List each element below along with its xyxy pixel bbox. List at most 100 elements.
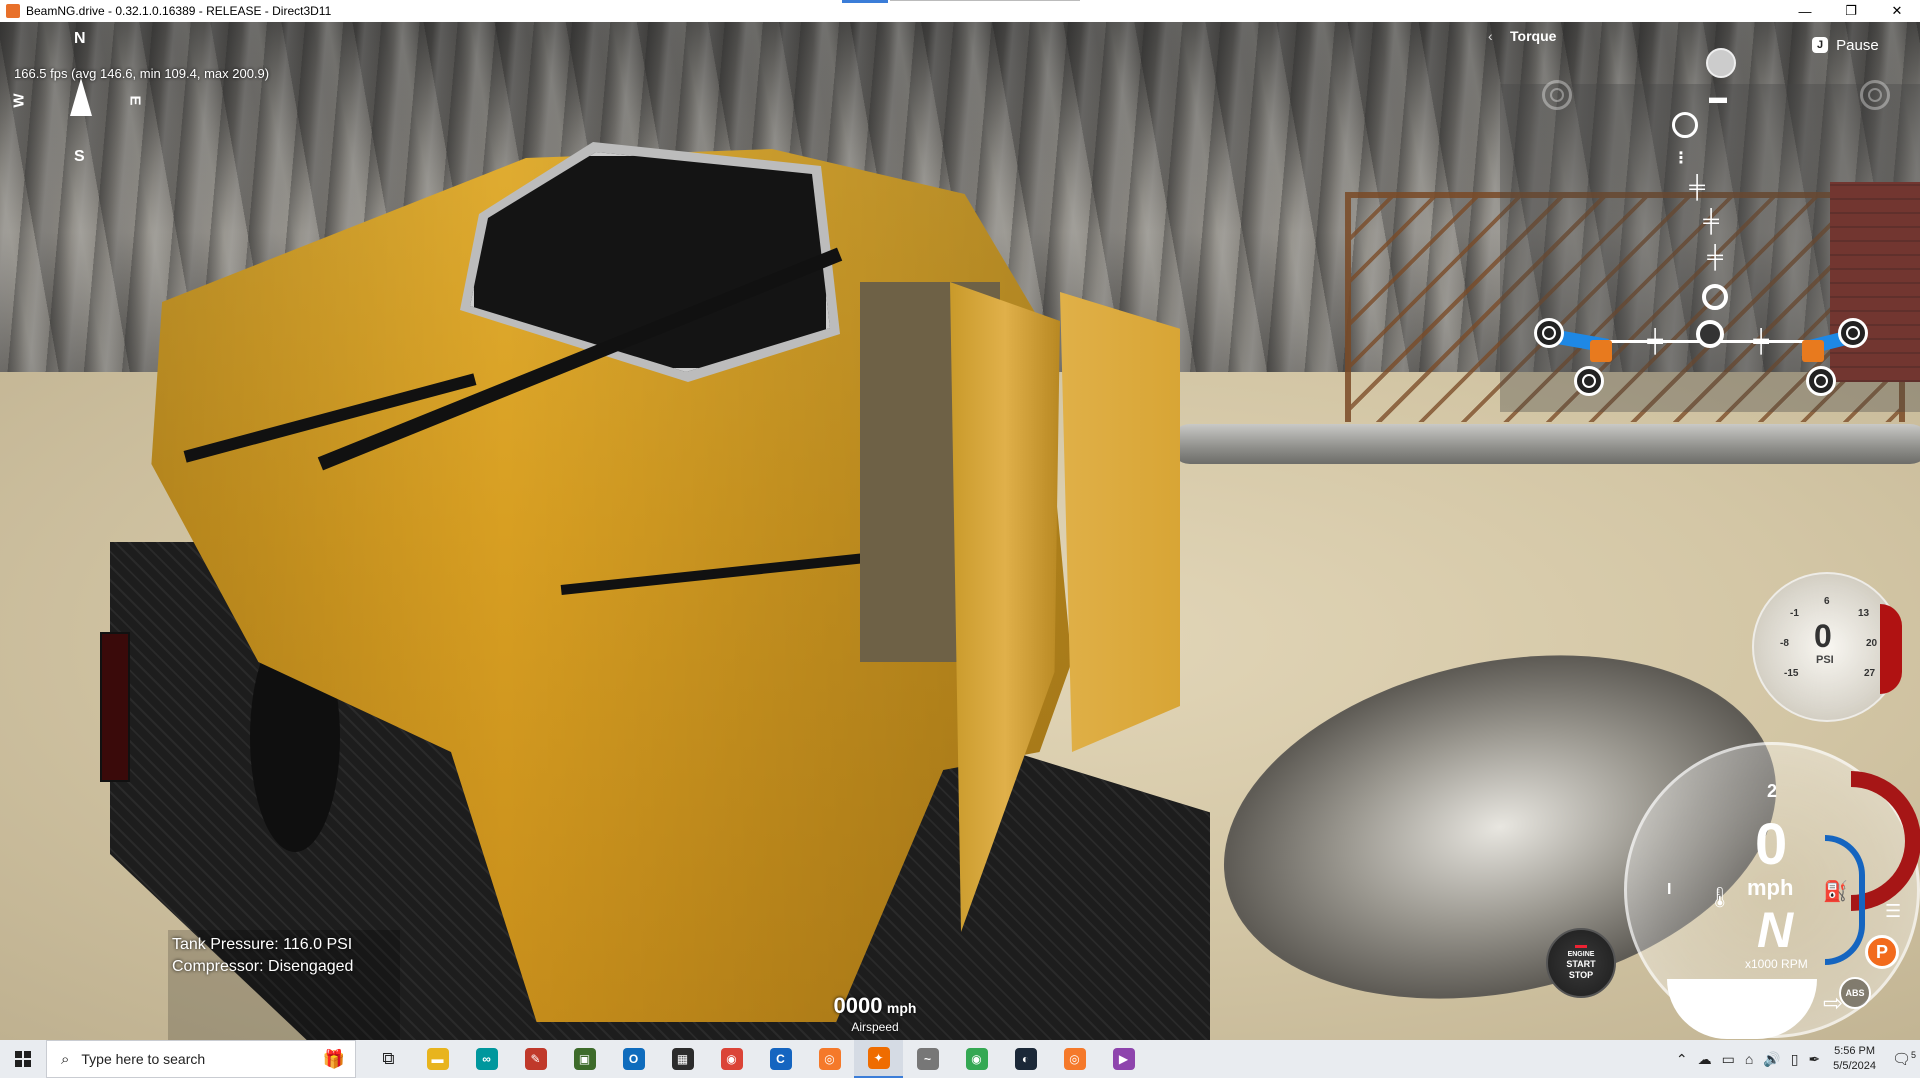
cloud-icon[interactable]: ☁ xyxy=(1698,1051,1712,1068)
pressure-tick: -15 xyxy=(1784,668,1799,679)
network-icon[interactable]: ⌂ xyxy=(1745,1051,1753,1067)
airspeed-readout: 0000 mph Airspeed xyxy=(820,993,930,1034)
taskbar-app-blender-2[interactable]: ◎ xyxy=(1050,1040,1099,1078)
app-scribble-icon: ~ xyxy=(916,1048,939,1070)
compass-needle-icon xyxy=(70,78,92,116)
blender-2-icon: ◎ xyxy=(1063,1048,1086,1070)
pressure-tick: -8 xyxy=(1780,638,1789,649)
pressure-tick: 20 xyxy=(1866,638,1878,649)
temperature-icon: 🌡 xyxy=(1707,887,1733,909)
left-signal-icon[interactable]: ⇦ xyxy=(1785,999,1805,1028)
notification-center-button[interactable]: 🗨5 xyxy=(1888,1050,1920,1068)
shaft-icon: ╪ xyxy=(1689,174,1705,199)
pressure-tick: 27 xyxy=(1864,668,1876,679)
pressure-gauge: -1 6 13 -8 20 -15 27 0 PSI xyxy=(1752,572,1902,722)
taskbar-app-app-c[interactable]: C xyxy=(756,1040,805,1078)
taskbar-search[interactable]: ⌕ Type here to search 🎁 xyxy=(46,1040,356,1078)
pause-label: Pause xyxy=(1836,36,1879,54)
app-pen-icon: ✎ xyxy=(524,1048,547,1070)
taskbar-app-app-scribble[interactable]: ~ xyxy=(903,1040,952,1078)
taskbar-app-visual-studio[interactable]: ▶ xyxy=(1099,1040,1148,1078)
airspeed-label: Airspeed xyxy=(851,1020,899,1034)
pause-button[interactable]: J Pause xyxy=(1812,30,1912,60)
search-highlight-icon: 🎁 xyxy=(322,1048,345,1069)
compass-south: S xyxy=(74,148,85,165)
taskbar-app-steam[interactable]: ◐ xyxy=(1001,1040,1050,1078)
taskbar-app-task-view[interactable]: ⧉ xyxy=(364,1040,413,1078)
pressure-gauge-red-zone xyxy=(1880,604,1902,694)
chrome-profile-icon: ◉ xyxy=(965,1048,988,1070)
system-tray: ⌃ ☁ ▭ ⌂ 🔊 ▯ ✒ 5:56 PM 5/5/2024 🗨5 xyxy=(1671,1040,1920,1078)
torque-panel: ‹ Torque ▬ ⋮ ╪ ╪ ╪ ╪ ╪ xyxy=(1488,22,1920,412)
chrome-icon: ◉ xyxy=(720,1048,743,1070)
gearbox-icon: ⋮ xyxy=(1673,150,1689,167)
taskbar-app-blender[interactable]: ◎ xyxy=(805,1040,854,1078)
headlight-icon: ☰ xyxy=(1885,901,1902,921)
bus-door-panel xyxy=(1060,292,1180,752)
taskbar-app-minecraft[interactable]: ▣ xyxy=(560,1040,609,1078)
engine-icon: ▬ xyxy=(1709,87,1727,107)
taskbar-app-app-pen[interactable]: ✎ xyxy=(511,1040,560,1078)
pen-icon[interactable]: ✒ xyxy=(1808,1051,1820,1068)
engine-start-stop-button[interactable]: ENGINE START STOP xyxy=(1546,928,1616,998)
rpm-label: x1000 RPM xyxy=(1745,957,1808,971)
engine-led-icon xyxy=(1575,945,1587,948)
shaft-icon: ╪ xyxy=(1647,328,1663,353)
brake-icon xyxy=(1802,340,1824,362)
shaft-icon: ╪ xyxy=(1753,328,1769,353)
turbo-icon xyxy=(1672,112,1698,138)
differential-icon xyxy=(1702,284,1728,310)
volume-icon[interactable]: 🔊 xyxy=(1763,1051,1780,1068)
blender-icon: ◎ xyxy=(818,1048,841,1070)
pressure-tick: -1 xyxy=(1790,608,1799,619)
clock-time: 5:56 PM xyxy=(1834,1045,1876,1057)
display-icon[interactable]: ▭ xyxy=(1722,1051,1735,1068)
wheel-icon xyxy=(1806,366,1836,396)
shaft-icon: ╪ xyxy=(1703,208,1719,233)
taskbar-app-chrome-profile[interactable]: ◉ xyxy=(952,1040,1001,1078)
window-titlebar: BeamNG.drive - 0.32.1.0.16389 - RELEASE … xyxy=(0,0,1920,22)
windows-logo-icon xyxy=(15,1051,31,1067)
maximize-button[interactable]: ❐ xyxy=(1828,0,1874,22)
pinned-apps: ⧉ ▬ ∞ ✎ ▣ O ▦ ◉ C ◎ ✦ ~ ◉ ◐ ◎ ▶ xyxy=(364,1040,1148,1078)
beamng-app-icon xyxy=(6,4,20,18)
gear-indicator-top: 2 xyxy=(1767,781,1778,801)
tank-pressure-text: Tank Pressure: 116.0 PSI xyxy=(172,936,353,953)
start-button[interactable] xyxy=(0,1040,46,1078)
titlebar-accent xyxy=(842,0,888,3)
right-signal-icon[interactable]: ⇨ xyxy=(1823,989,1843,1018)
taskbar-app-beamng[interactable]: ✦ xyxy=(854,1040,903,1078)
chevron-left-icon[interactable]: ‹ xyxy=(1488,28,1493,44)
creeper-icon: ▦ xyxy=(671,1048,694,1070)
close-button[interactable]: ✕ xyxy=(1874,0,1920,22)
chevron-up-icon[interactable]: ⌃ xyxy=(1676,1051,1688,1068)
battery-icon[interactable]: ▯ xyxy=(1791,1051,1799,1068)
pressure-value: 0 xyxy=(1814,618,1832,654)
wheel-icon xyxy=(1574,366,1604,396)
pipeline xyxy=(1170,424,1920,464)
taskbar-app-file-explorer[interactable]: ▬ xyxy=(413,1040,462,1078)
wheel-icon xyxy=(1838,318,1868,348)
notification-count: 5 xyxy=(1911,1050,1917,1060)
taskbar-app-creeper[interactable]: ▦ xyxy=(658,1040,707,1078)
speed-value: 0 xyxy=(1755,812,1788,877)
taskbar-clock[interactable]: 5:56 PM 5/5/2024 xyxy=(1833,1044,1876,1074)
window-title: BeamNG.drive - 0.32.1.0.16389 - RELEASE … xyxy=(26,4,332,18)
taskbar-app-outlook[interactable]: O xyxy=(609,1040,658,1078)
search-icon: ⌕ xyxy=(61,1050,70,1068)
task-view-icon: ⧉ xyxy=(382,1049,395,1068)
rpm-tick: I xyxy=(1667,881,1672,898)
minecraft-icon: ▣ xyxy=(573,1048,596,1070)
taskbar-app-arduino[interactable]: ∞ xyxy=(462,1040,511,1078)
speedometer: 2 0 mph N x1000 RPM I 🌡 ⛽ ☰ P ABS ⇦ ⇨ xyxy=(1624,742,1920,1039)
wheel-icon xyxy=(1542,80,1572,110)
power-source-icon xyxy=(1706,48,1736,78)
minimize-button[interactable]: — xyxy=(1782,0,1828,22)
parking-brake-icon[interactable]: P xyxy=(1865,935,1899,969)
shaft-icon: ╪ xyxy=(1707,244,1723,269)
start-label: START xyxy=(1566,959,1596,970)
app-c-icon: C xyxy=(769,1048,792,1070)
compass: N W E S xyxy=(6,30,156,180)
taskbar-app-chrome[interactable]: ◉ xyxy=(707,1040,756,1078)
stop-label: STOP xyxy=(1568,970,1594,981)
